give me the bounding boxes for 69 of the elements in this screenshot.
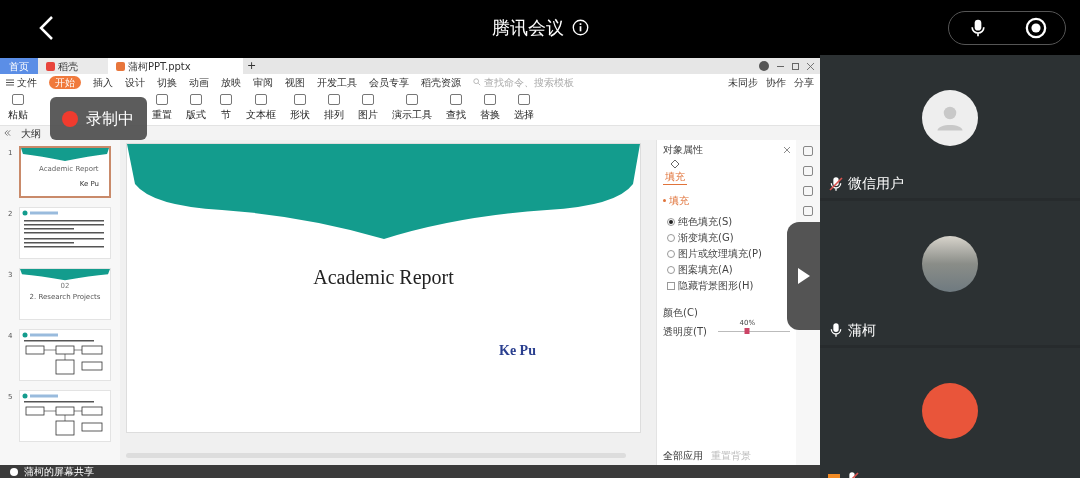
menu-tab[interactable]: 开发工具 bbox=[317, 75, 357, 89]
slide-thumbnail[interactable] bbox=[19, 390, 111, 442]
slides-icon bbox=[116, 61, 125, 71]
ribbon-button[interactable]: 节 bbox=[220, 94, 232, 122]
option-label: 渐变填充(G) bbox=[678, 231, 734, 245]
ribbon-button[interactable]: 文本框 bbox=[246, 94, 276, 122]
window-avatar bbox=[759, 61, 769, 71]
checkbox[interactable] bbox=[667, 281, 675, 290]
new-tab-button[interactable]: + bbox=[243, 57, 261, 75]
menu-tab[interactable]: 插入 bbox=[93, 75, 113, 89]
bullet-icon bbox=[663, 199, 666, 202]
ribbon-button[interactable]: 重置 bbox=[152, 94, 172, 122]
document-icon bbox=[46, 61, 55, 71]
info-icon[interactable] bbox=[571, 19, 589, 36]
option-label: 图案填充(A) bbox=[678, 263, 733, 277]
apply-all-button[interactable]: 全部应用 bbox=[663, 448, 703, 463]
menu-tab[interactable]: 放映 bbox=[221, 75, 241, 89]
share-label: 蒲柯的屏幕共享 bbox=[24, 466, 94, 477]
menu-tab[interactable]: 文件 bbox=[17, 75, 37, 89]
ribbon-button[interactable]: 形状 bbox=[290, 94, 310, 122]
restore-icon[interactable] bbox=[792, 62, 799, 70]
menu-tab[interactable]: 视图 bbox=[285, 75, 305, 89]
participant-name: 微信用户 bbox=[848, 174, 904, 194]
meeting-title: 腾讯会议 bbox=[491, 16, 564, 40]
slide-title: Academic Report bbox=[313, 265, 454, 291]
toolbar-action[interactable]: 协作 bbox=[766, 74, 786, 90]
option-label: 隐藏背景图形(H) bbox=[678, 279, 754, 293]
close-icon[interactable] bbox=[807, 62, 814, 70]
ribbon-button[interactable]: 演示工具 bbox=[392, 94, 432, 122]
expand-tab[interactable] bbox=[787, 222, 820, 330]
toolbar-action[interactable]: 未同步 bbox=[728, 74, 758, 90]
record-icon[interactable] bbox=[1024, 16, 1047, 39]
option-label: 纯色填充(S) bbox=[678, 215, 733, 229]
menu-tab[interactable]: 动画 bbox=[189, 75, 209, 89]
ribbon-button[interactable]: 图片 bbox=[358, 94, 378, 122]
color-label: 颜色(C) bbox=[663, 306, 699, 320]
menu-tab[interactable]: 稻壳资源 bbox=[421, 75, 461, 89]
search-icon bbox=[473, 78, 481, 86]
minimize-icon[interactable] bbox=[777, 65, 784, 67]
menu-tab[interactable]: 设计 bbox=[125, 75, 145, 89]
section-header: 填充 bbox=[669, 194, 689, 208]
share-icon bbox=[10, 467, 18, 476]
ribbon-button[interactable]: 查找 bbox=[446, 94, 466, 122]
document-tab[interactable]: 蒲柯PPT.pptx bbox=[108, 58, 243, 74]
fill-icon bbox=[670, 159, 680, 169]
toolbar-action[interactable]: 分享 bbox=[794, 74, 814, 90]
collapse-icon[interactable] bbox=[4, 130, 11, 136]
document-tab[interactable]: 稻壳 bbox=[38, 58, 108, 74]
transparency-label: 透明度(T) bbox=[663, 325, 707, 339]
avatar-icon bbox=[922, 90, 978, 146]
ribbon-button[interactable]: 粘贴 bbox=[8, 94, 28, 122]
option-label: 图片或纹理填充(P) bbox=[678, 247, 762, 261]
menu-tab[interactable]: 切换 bbox=[157, 75, 177, 89]
ribbon-button[interactable]: 替换 bbox=[480, 94, 500, 122]
slide-thumbnail[interactable] bbox=[19, 329, 111, 381]
slider-thumb[interactable] bbox=[744, 328, 750, 334]
participant-name: 蒲柯 bbox=[848, 320, 876, 340]
outline-tab[interactable]: 大纲 bbox=[21, 125, 41, 141]
panel-title: 对象属性 bbox=[663, 143, 703, 157]
menu-tab[interactable]: 审阅 bbox=[253, 75, 273, 89]
menu-tab[interactable]: 会员专享 bbox=[369, 75, 409, 89]
slide-thumbnail[interactable] bbox=[19, 207, 111, 259]
ribbon-button[interactable]: 版式 bbox=[186, 94, 206, 122]
ribbon-button[interactable]: 选择 bbox=[514, 94, 534, 122]
slide-author: Ke Pu bbox=[499, 342, 536, 360]
recording-label: 录制中 bbox=[86, 107, 134, 130]
menu-icon[interactable] bbox=[6, 78, 14, 86]
close-icon[interactable] bbox=[784, 146, 790, 153]
ribbon-button[interactable]: 排列 bbox=[324, 94, 344, 122]
